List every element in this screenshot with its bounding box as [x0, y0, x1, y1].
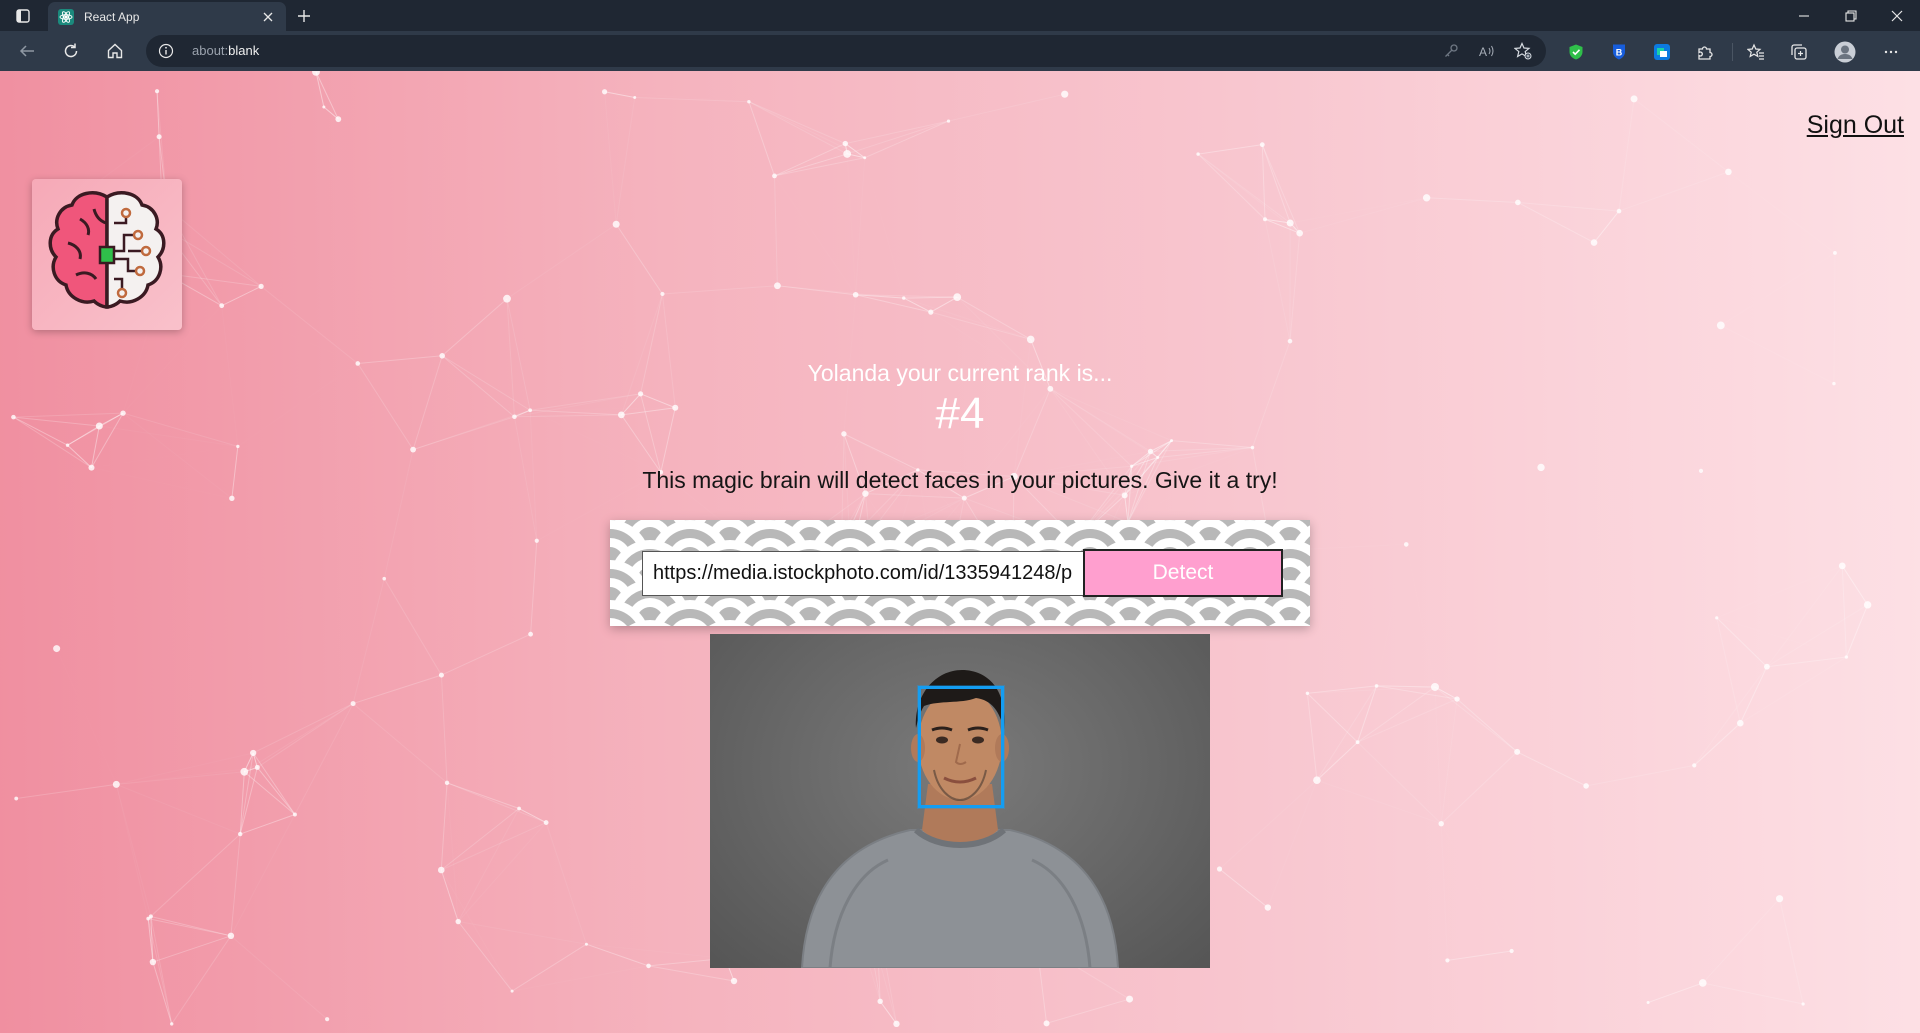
sign-out-link[interactable]: Sign Out [1807, 111, 1904, 140]
browser-toolbar: about:blank A B [0, 31, 1920, 71]
info-icon[interactable] [158, 43, 174, 59]
key-icon[interactable] [1442, 42, 1460, 60]
tab-title: React App [84, 9, 140, 24]
translate-extension-icon[interactable] [1651, 41, 1673, 63]
address-prefix: about: [192, 43, 229, 58]
back-icon[interactable] [11, 37, 43, 65]
svg-text:A: A [1479, 45, 1487, 59]
address-bar[interactable]: about:blank A [146, 35, 1546, 67]
close-tab-icon[interactable] [260, 9, 276, 25]
shield-extension-icon[interactable] [1565, 41, 1587, 63]
toolbar-divider [1732, 43, 1733, 61]
profile-avatar-icon[interactable] [1834, 41, 1856, 63]
browser-tab-active[interactable]: React App [48, 2, 286, 31]
restore-icon[interactable] [1828, 0, 1874, 31]
new-tab-icon[interactable] [292, 5, 316, 27]
face-bounding-box [918, 686, 1004, 808]
address-text[interactable]: about:blank [192, 43, 259, 58]
react-logo-icon [58, 8, 74, 25]
tab-actions-icon[interactable] [10, 5, 36, 27]
tab-bar: React App [0, 0, 1920, 31]
favorites-icon[interactable] [1745, 41, 1767, 63]
more-menu-icon[interactable] [1880, 41, 1902, 63]
bitwarden-extension-icon[interactable]: B [1608, 41, 1630, 63]
read-aloud-icon[interactable]: A [1478, 42, 1496, 60]
close-window-icon[interactable] [1874, 0, 1920, 31]
image-url-input[interactable] [642, 551, 1094, 596]
image-url-form: Detect [610, 520, 1310, 626]
address-value: blank [228, 43, 260, 58]
tagline: This magic brain will detect faces in yo… [642, 467, 1278, 493]
favorite-add-icon[interactable] [1514, 42, 1532, 60]
minimize-icon[interactable] [1781, 0, 1827, 31]
collections-icon[interactable] [1788, 41, 1810, 63]
rank-text: Yolanda your current rank is... [807, 360, 1113, 386]
detect-button[interactable]: Detect [1083, 549, 1283, 597]
brain-logo-icon[interactable] [32, 179, 182, 330]
refresh-icon[interactable] [55, 37, 87, 65]
rank-value: #4 [935, 389, 985, 438]
extensions-puzzle-icon[interactable] [1694, 41, 1716, 63]
svg-text:B: B [1616, 48, 1623, 58]
home-icon[interactable] [99, 37, 131, 65]
app-page: Sign Out Yolanda your current rank is...… [0, 71, 1920, 1033]
